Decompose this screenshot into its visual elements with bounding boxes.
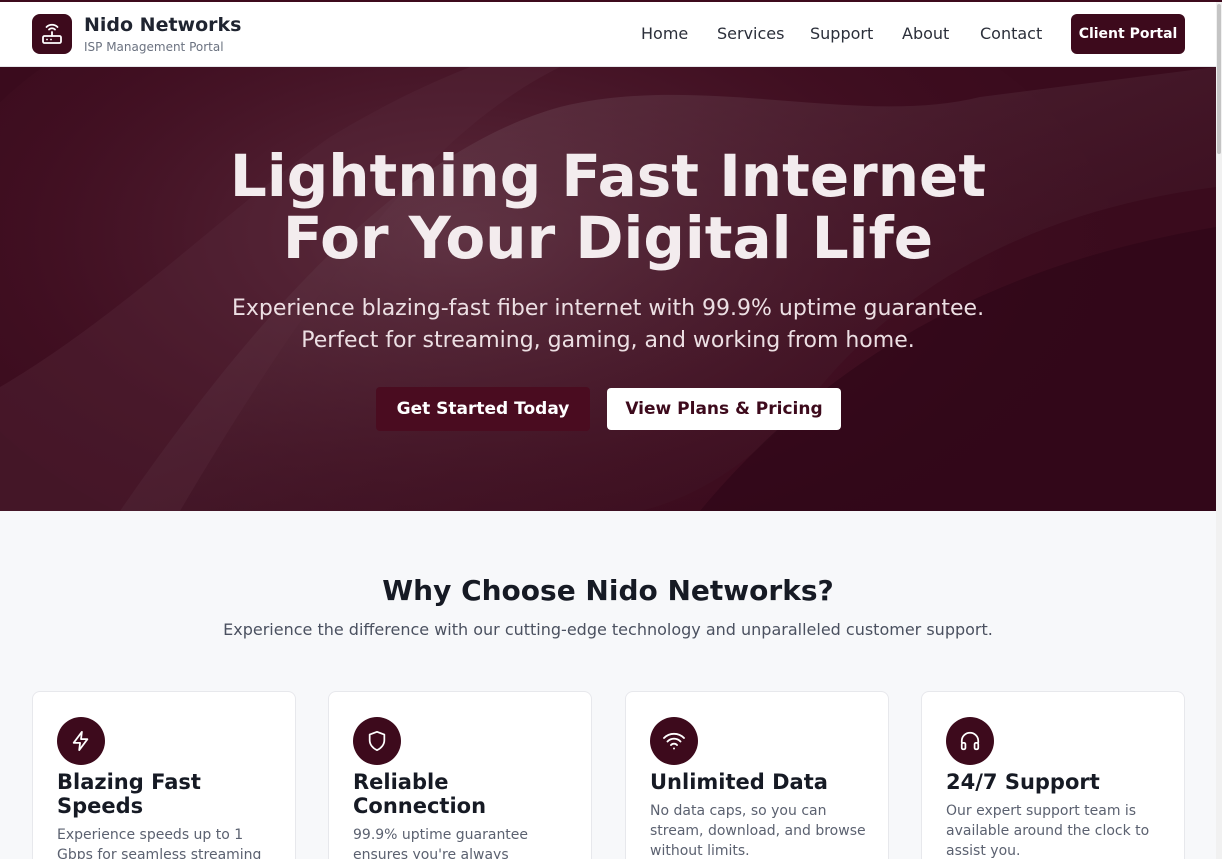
feature-title: Blazing Fast Speeds — [57, 770, 201, 818]
hero-subtitle-line-2: Perfect for streaming, gaming, and worki… — [301, 328, 915, 353]
feature-description: Our expert support team is available aro… — [946, 803, 1150, 859]
feature-card-speed: Blazing Fast Speeds Experience speeds up… — [32, 691, 296, 859]
feature-card-support: 24/7 Support Our expert support team is … — [921, 691, 1185, 859]
wifi-icon — [663, 732, 685, 750]
hero-title: Lightning Fast Internet For Your Digital… — [0, 145, 1216, 269]
hero-subtitle-line-1: Experience blazing-fast fiber internet w… — [231, 296, 985, 321]
hero-title-line-1: Lightning Fast Internet — [229, 142, 987, 210]
feature-icon-badge — [353, 717, 401, 765]
nav-services[interactable]: Services — [717, 24, 784, 43]
feature-description: Experience speeds up to 1 Gbps for seaml… — [57, 827, 262, 859]
hero-section: Lightning Fast Internet For Your Digital… — [0, 67, 1216, 511]
hero-title-line-2: For Your Digital Life — [282, 204, 934, 272]
get-started-button[interactable]: Get Started Today — [376, 387, 590, 431]
feature-description: No data caps, so you can stream, downloa… — [650, 803, 866, 859]
feature-title: 24/7 Support — [946, 770, 1100, 794]
feature-card-reliability: Reliable Connection 99.9% uptime guarant… — [328, 691, 592, 859]
feature-description: 99.9% uptime guarantee ensures you're al… — [353, 827, 529, 859]
client-portal-button[interactable]: Client Portal — [1071, 14, 1185, 54]
hero-background-image — [0, 67, 1216, 511]
site-header: Nido Networks ISP Management Portal Home… — [0, 2, 1216, 67]
hero-subtitle: Experience blazing-fast fiber internet w… — [0, 293, 1216, 357]
nav-support[interactable]: Support — [810, 24, 873, 43]
feature-icon-badge — [650, 717, 698, 765]
feature-title: Unlimited Data — [650, 770, 828, 794]
page-scrollbar-thumb[interactable] — [1217, 4, 1221, 154]
feature-icon-badge — [57, 717, 105, 765]
view-plans-button[interactable]: View Plans & Pricing — [607, 388, 841, 430]
feature-title: Reliable Connection — [353, 770, 487, 818]
shield-icon — [368, 730, 386, 752]
nav-contact[interactable]: Contact — [980, 24, 1042, 43]
nav-about[interactable]: About — [902, 24, 949, 43]
why-section-title: Why Choose Nido Networks? — [382, 574, 834, 607]
main-nav: Home Services Support About Contact — [0, 24, 1216, 48]
feature-icon-badge — [946, 717, 994, 765]
lightning-icon — [72, 730, 89, 752]
why-section-subtitle: Experience the difference with our cutti… — [223, 620, 993, 639]
feature-card-data: Unlimited Data No data caps, so you can … — [625, 691, 889, 859]
nav-home[interactable]: Home — [641, 24, 688, 43]
headphones-icon — [960, 731, 980, 751]
